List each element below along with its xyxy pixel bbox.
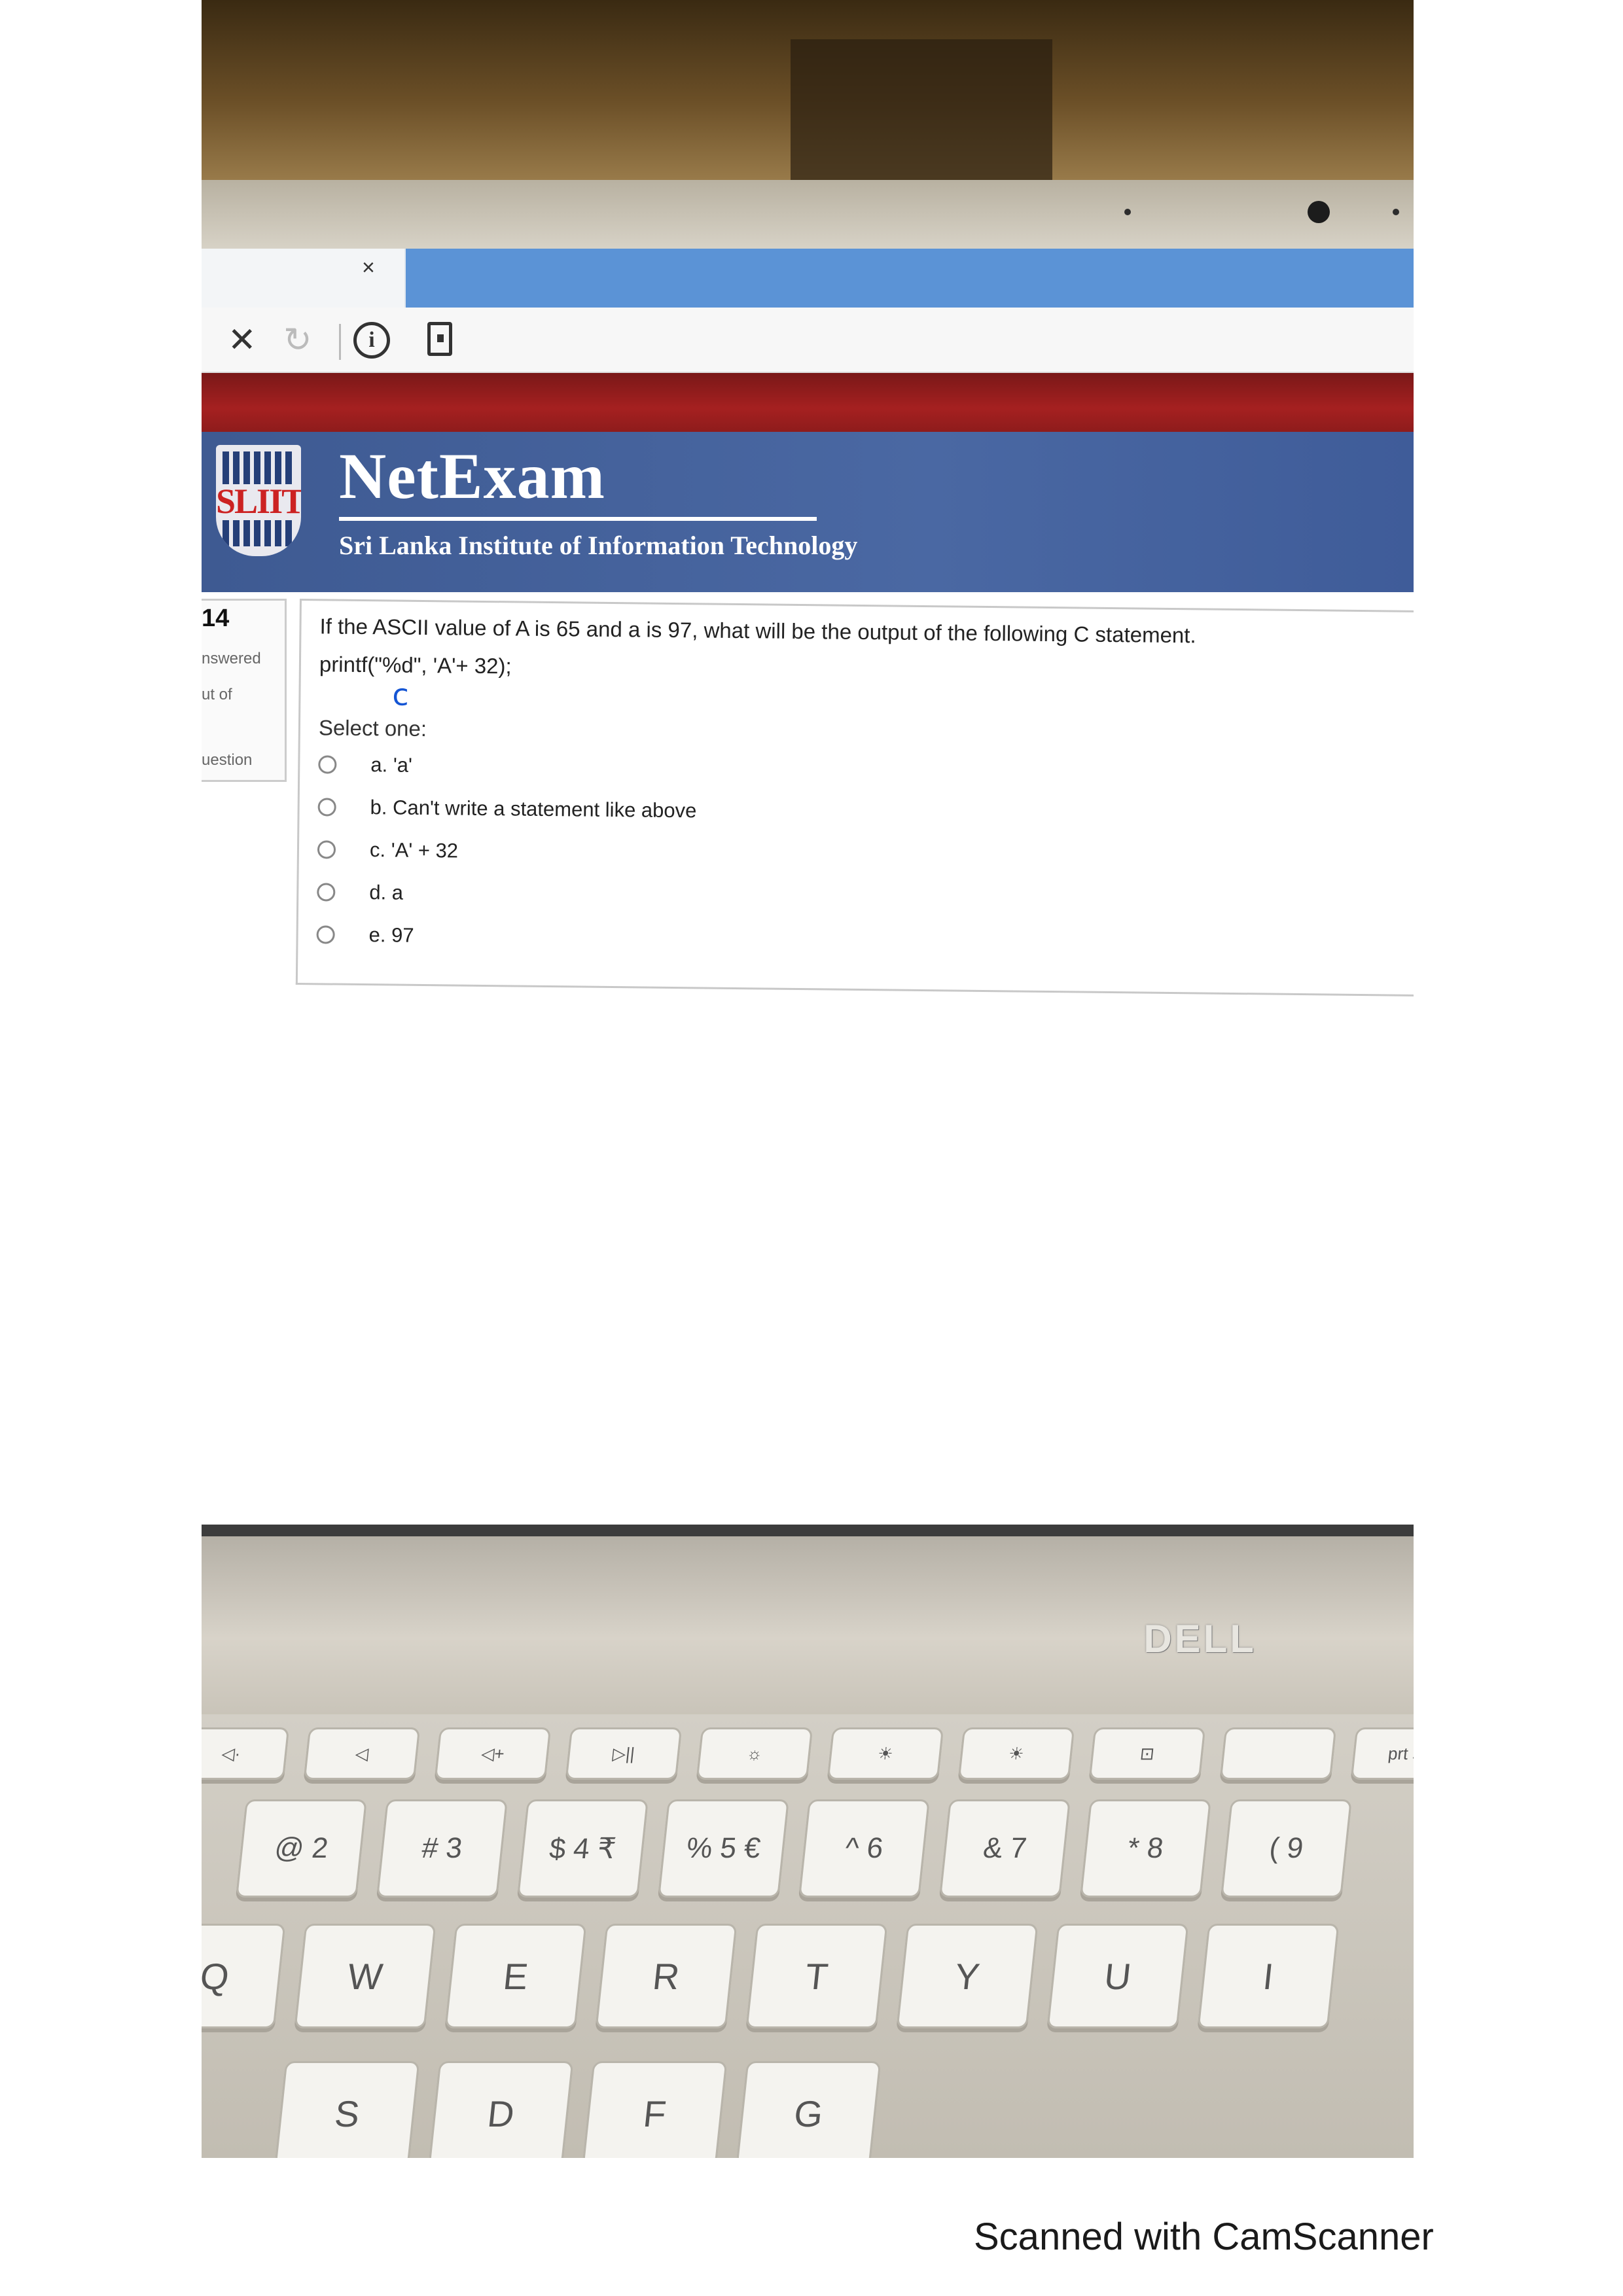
option-label: c. 'A' + 32 [369,838,459,862]
number-key-row: @ 2 # 3 $ 4 ₹ % 5 € ^ 6 & 7 * 8 ( 9 [236,1799,1352,1898]
top-color-band [202,373,1414,432]
keyboard-key: D [428,2061,574,2158]
logo-text: SLIIT [216,482,301,521]
browser-tab[interactable]: × [202,249,404,308]
keyboard-key: W [294,1924,437,2028]
dell-logo: DELL [1143,1617,1257,1661]
site-title: NetExam [339,440,605,512]
keyboard-key: R [595,1924,738,2028]
question-text: If the ASCII value of A is 65 and a is 9… [319,614,1196,648]
site-header: SLIIT NetExam Sri Lanka Institute of Inf… [202,432,1414,592]
keyboard-key: ☀ [827,1727,944,1780]
keyboard-key: ☀ [957,1727,1075,1780]
qwerty-key-row: Q W E R T Y U I [202,1924,1340,2028]
answered-status: nswered [202,650,261,667]
reload-icon[interactable]: ↻ [283,321,312,360]
keyboard-key: T [745,1924,888,2028]
toolbar-divider [339,324,341,360]
function-key-row: ◁· ◁ ◁+ ▷|| ☼ ☀ ☀ ⊡ prt sc [202,1727,1414,1780]
page-icon[interactable] [427,322,452,356]
handwritten-mark: c [392,677,410,713]
doorway [791,39,1052,183]
question-info-panel: 14 nswered ut of uestion [202,599,287,782]
question-box: If the ASCII value of A is 65 and a is 9… [295,599,1414,997]
keyboard-key: % 5 € [658,1799,789,1898]
option-label: b. Can't write a statement like above [370,796,697,822]
keyboard-key: ⊡ [1088,1727,1206,1780]
keyboard-key: S [274,2061,420,2158]
option-label: d. a [369,881,404,904]
keyboard-key: $ 4 ₹ [517,1799,649,1898]
keyboard-key: ^ 6 [798,1799,930,1898]
sensor-dot [1124,209,1131,215]
laptop-keyboard: ◁· ◁ ◁+ ▷|| ☼ ☀ ☀ ⊡ prt sc @ 2 # 3 $ 4 ₹… [202,1714,1414,2158]
keyboard-key: Y [896,1924,1039,2028]
flag-question-link[interactable]: uestion [202,751,252,769]
keyboard-key: prt sc [1350,1727,1414,1780]
keyboard-key: I [1197,1924,1340,2028]
option-a[interactable]: a. 'a' [318,748,412,782]
keyboard-key: Q [202,1924,286,2028]
keyboard-key: ◁ [303,1727,421,1780]
option-label: e. 97 [368,923,414,947]
option-e[interactable]: e. 97 [316,918,414,952]
home-key-row: S D F G [274,2061,882,2158]
screen-bottom-bezel: DELL [202,1525,1414,1714]
webcam [1308,201,1330,223]
photo: × ✕ ↻ i SLIIT NetExam Sri Lanka Institut… [202,0,1414,2158]
screen-top-bezel [202,180,1414,249]
keyboard-key: ☼ [696,1727,813,1780]
keyboard-key: * 8 [1080,1799,1211,1898]
browser-toolbar: ✕ ↻ i [202,308,1414,373]
select-one-label: Select one: [318,715,427,741]
keyboard-key: U [1046,1924,1189,2028]
radio-button[interactable] [317,883,336,902]
option-d[interactable]: d. a [317,875,403,909]
question-number: 14 [202,605,230,632]
keyboard-key: ( 9 [1221,1799,1352,1898]
option-label: a. 'a' [370,753,413,777]
sensor-dot [1393,209,1399,215]
stop-icon[interactable]: ✕ [228,321,257,360]
keyboard-key: G [736,2061,882,2158]
tab-close-icon[interactable]: × [362,255,375,281]
logo-pattern [223,520,294,546]
keyboard-key: ▷|| [565,1727,683,1780]
site-subtitle: Sri Lanka Institute of Information Techn… [339,531,858,560]
tab-strip [406,249,1414,308]
sliit-logo: SLIIT [216,445,301,556]
keyboard-key: ◁+ [434,1727,552,1780]
site-info-icon[interactable]: i [353,322,390,359]
marks-info: ut of [202,686,232,703]
laptop-screen: × ✕ ↻ i SLIIT NetExam Sri Lanka Institut… [202,249,1414,1525]
camscanner-watermark: Scanned with CamScanner [974,2216,1434,2258]
room-background [202,0,1414,183]
keyboard-key: F [582,2061,728,2158]
keyboard-key: @ 2 [236,1799,367,1898]
radio-button[interactable] [317,840,336,859]
question-code: printf("%d", 'A'+ 32); [319,652,512,679]
radio-button[interactable] [316,925,335,944]
keyboard-key: ◁· [202,1727,290,1780]
option-b[interactable]: b. Can't write a statement like above [317,790,697,827]
main-content: 14 nswered ut of uestion If the ASCII va… [202,592,1414,1525]
logo-pattern [223,451,294,484]
radio-button[interactable] [318,755,337,774]
browser-tab-bar: × [202,249,1414,308]
radio-button[interactable] [317,798,336,817]
title-underline [339,517,817,521]
keyboard-key [1219,1727,1337,1780]
keyboard-key: & 7 [939,1799,1071,1898]
option-c[interactable]: c. 'A' + 32 [317,833,459,867]
keyboard-key: E [444,1924,587,2028]
keyboard-key: # 3 [376,1799,508,1898]
